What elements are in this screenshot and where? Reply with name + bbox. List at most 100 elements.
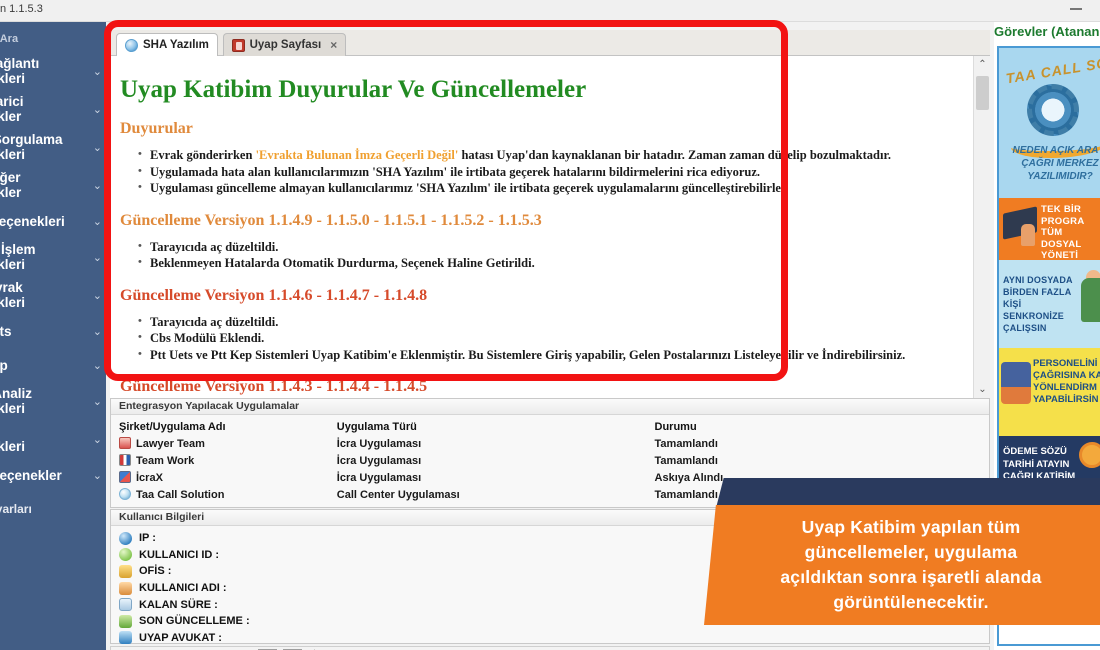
sidebar-search-input[interactable]: şlem Ara <box>0 30 100 48</box>
sidebar-item-label: - Uets <box>0 323 12 339</box>
chevron-down-icon: ⌄ <box>92 433 102 446</box>
person-icon <box>1021 224 1035 246</box>
application-window: n 1.1.5.3 şlem Ara p Bağlantı enekleri⌄p… <box>0 0 1100 650</box>
sidebar-item-11[interactable]: er Seçenekler ⌄ <box>0 458 106 492</box>
window-titlebar: n 1.1.5.3 <box>0 0 1100 22</box>
page-title: Uyap Katibim Duyurular Ve Güncellemeler <box>120 76 587 103</box>
ad-taa-call-solution[interactable]: TAA CALL SOLU NEDEN AÇIK ARA E ÇAĞRI MER… <box>999 48 1100 198</box>
chevron-down-icon: ⌄ <box>92 289 102 302</box>
user-info-label: SON GÜNCELLEME : <box>139 615 250 628</box>
scrollbar-thumb[interactable] <box>976 76 989 110</box>
team-work-icon <box>119 454 131 466</box>
tasks-title: Görevler (Atanan <box>994 24 1100 39</box>
callout-annotation: Uyap Katibim yapılan tüm güncellemeler, … <box>704 505 1100 625</box>
sidebar-item-3[interactable]: p Diğer enekler ⌄ <box>0 166 106 204</box>
sidebar-item-label: p Harici enekler <box>0 94 24 124</box>
lawyer-icon <box>119 631 132 645</box>
taa-call-icon <box>119 488 131 500</box>
column-header: Uygulama Türü <box>336 420 417 433</box>
sidebar-item-9[interactable]: ak Analiz enekleri ⌄ <box>0 382 106 420</box>
app-type-cell: İcra Uygulaması <box>336 454 422 467</box>
version-section-1: Güncelleme Versiyon 1.1.4.6 - 1.1.4.7 - … <box>120 287 955 363</box>
scroll-down-icon[interactable]: ⌄ <box>974 381 991 398</box>
version-item: Tarayıcıda aç düzeltildi. <box>138 314 955 330</box>
chevron-down-icon: ⌄ <box>92 359 102 372</box>
version-sections: Güncelleme Versiyon 1.1.4.9 - 1.1.5.0 - … <box>120 212 955 397</box>
announcement-list: Evrak gönderirken 'Evrakta Bulunan İmza … <box>120 147 955 196</box>
tab-1[interactable]: Uyap Sayfası × <box>222 33 347 56</box>
sidebar-item-1[interactable]: p Harici enekler ⌄ <box>0 90 106 128</box>
app-name-cell: İcraX <box>111 469 337 486</box>
version-item: Cbs Modülü Eklendi. <box>138 330 955 346</box>
sidebar-item-2[interactable]: ya Sorgulama enekleri ⌄ <box>0 128 106 166</box>
browser-page: Uyap Katibim Duyurular Ve Güncellemeler … <box>110 56 990 398</box>
integration-caption: Entegrasyon Yapılacak Uygulamalar <box>111 399 989 415</box>
version-item: Tarayıcıda aç düzeltildi. <box>138 239 955 255</box>
user-info-label: KULLANICI ID : <box>139 548 220 561</box>
icrax-icon <box>119 471 131 483</box>
browser-tabstrip: SHA Yazılım Uyap Sayfası × <box>110 30 990 56</box>
sidebar-item-12[interactable]: at Ayarları <box>0 492 106 526</box>
announcement-highlight: 'Evrakta Bulunan İmza Geçerli Değil' <box>255 148 459 162</box>
app-type-cell: İcra Uygulaması <box>336 471 422 484</box>
sidebar-item-10[interactable]: or enekleri ⌄ <box>0 420 106 458</box>
chevron-down-icon: ⌄ <box>92 215 102 228</box>
version-heading: Güncelleme Versiyon 1.1.4.9 - 1.1.5.0 - … <box>120 211 542 229</box>
announcement-document: Uyap Katibim Duyurular Ve Güncellemeler … <box>110 56 973 398</box>
version-item: Ptt Uets ve Ptt Kep Sistemleri Uyap Kati… <box>138 347 955 363</box>
table-row[interactable]: Lawyer Team İcra Uygulaması Tamamlandı <box>111 435 989 452</box>
scroll-up-icon[interactable]: ⌃ <box>974 56 991 73</box>
sidebar-item-label: ya Sorgulama enekleri <box>0 132 63 162</box>
table-row[interactable]: Team Work İcra Uygulaması Tamamlandı <box>111 452 989 469</box>
ad-call-routing[interactable]: PERSONELİNİ ÇAĞRISINA KA YÖNLENDİRM YAPA… <box>999 348 1100 436</box>
user-info-label: KALAN SÜRE : <box>139 598 218 611</box>
minimize-button[interactable] <box>1070 8 1082 10</box>
user-info-row: UYAP AVUKAT : <box>119 630 989 647</box>
person-icon <box>1001 362 1031 404</box>
sidebar-item-8[interactable]: - Kep ⌄ <box>0 348 106 382</box>
user-info-label: OFİS : <box>139 565 172 578</box>
user-id-icon <box>119 548 132 562</box>
sidebar-item-label: p Bağlantı enekleri <box>0 56 40 86</box>
ad-sync-work[interactable]: AYNI DOSYADA BİRDEN FAZLA KİŞİ SENKRONİZ… <box>999 260 1100 348</box>
app-name-cell: Team Work <box>111 452 337 469</box>
sidebar-item-label: er Seçenekler <box>0 467 62 483</box>
clock-icon <box>119 598 132 612</box>
chevron-down-icon: ⌄ <box>92 251 102 264</box>
sidebar-item-label: ak Analiz enekleri <box>0 386 33 416</box>
version-item: Beklenmeyen Hatalarda Otomatik Durdurma,… <box>138 255 955 271</box>
ad-text: AYNI DOSYADA BİRDEN FAZLA KİŞİ SENKRONİZ… <box>1003 275 1073 333</box>
sidebar-item-0[interactable]: p Bağlantı enekleri ⌄ <box>0 52 106 90</box>
user-name-icon <box>119 581 132 595</box>
status-cell: Tamamlandı <box>654 437 718 450</box>
column-header: Durumu <box>654 420 697 433</box>
sidebar-item-4[interactable]: ip Seçenekleri ⌄ <box>0 204 106 238</box>
sidebar-item-label: alet İşlem enekleri <box>0 242 36 272</box>
ad-single-program[interactable]: TEK BİR PROGRA TÜM DOSYAL YÖNETİ <box>999 198 1100 260</box>
version-section-2: Güncelleme Versiyon 1.1.4.3 - 1.1.4.4 - … <box>120 378 955 396</box>
chevron-down-icon: ⌄ <box>92 103 102 116</box>
column-header: Şirket/Uygulama Adı <box>119 420 226 433</box>
announcement-item: Evrak gönderirken 'Evrakta Bulunan İmza … <box>138 147 955 163</box>
close-icon[interactable]: × <box>330 38 337 52</box>
chevron-down-icon: ⌄ <box>92 179 102 192</box>
integration-header-row: Şirket/Uygulama Adı Uygulama Türü Durumu <box>111 418 989 435</box>
page-scrollbar[interactable]: ⌃ ⌄ <box>973 56 990 398</box>
ad-caption: NEDEN AÇIK ARA E ÇAĞRI MERKEZ YAZILIMIDI… <box>1012 145 1099 182</box>
app-name-cell: Lawyer Team <box>111 435 337 452</box>
tab-0[interactable]: SHA Yazılım <box>116 33 218 56</box>
sidebar-item-label: at Ayarları <box>0 501 32 516</box>
window-version-text: n 1.1.5.3 <box>0 3 43 15</box>
sidebar-item-6[interactable]: p Evrak enekleri ⌄ <box>0 276 106 314</box>
sidebar-item-5[interactable]: alet İşlem enekleri ⌄ <box>0 238 106 276</box>
callout-text: Uyap Katibim yapılan tüm güncellemeler, … <box>780 517 1042 612</box>
callout-navy-band <box>716 478 1100 508</box>
chevron-down-icon: ⌄ <box>92 65 102 78</box>
version-section-0: Güncelleme Versiyon 1.1.4.9 - 1.1.5.0 - … <box>120 212 955 271</box>
sidebar-menu: p Bağlantı enekleri⌄p Harici enekler⌄ya … <box>0 52 106 526</box>
chevron-down-icon: ⌄ <box>92 141 102 154</box>
user-info-label: KULLANICI ADI : <box>139 582 227 595</box>
left-sidebar: şlem Ara p Bağlantı enekleri⌄p Harici en… <box>0 22 106 650</box>
sidebar-item-7[interactable]: - Uets ⌄ <box>0 314 106 348</box>
sidebar-item-label: or enekleri <box>0 439 26 454</box>
